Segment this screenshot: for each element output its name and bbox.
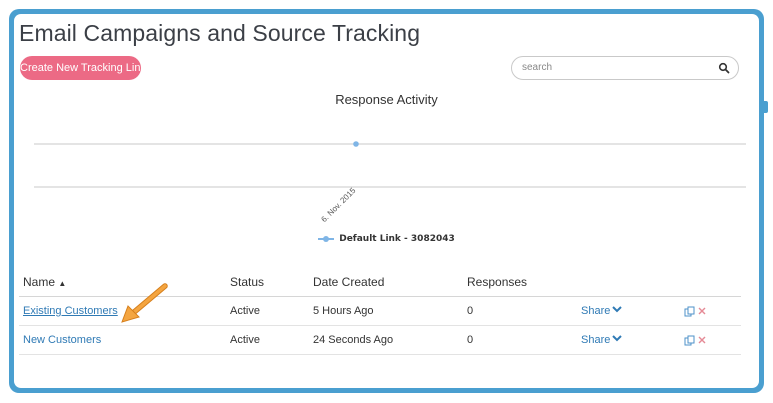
copy-icon[interactable] — [684, 306, 695, 317]
table-row: New Customers Active 24 Seconds Ago 0 Sh… — [19, 325, 741, 355]
column-header-status: Status — [226, 274, 309, 297]
share-dropdown[interactable]: Share — [581, 334, 623, 346]
table-header-row: Name ▲ Status Date Created Responses — [19, 274, 741, 297]
column-header-actions — [680, 274, 741, 297]
column-header-name[interactable]: Name ▲ — [19, 274, 226, 297]
date-created-cell: 5 Hours Ago — [309, 296, 463, 326]
responses-cell: 0 — [463, 296, 577, 326]
status-cell: Active — [226, 325, 309, 355]
column-header-share — [577, 274, 680, 297]
campaign-name-link[interactable]: Existing Customers — [23, 305, 118, 317]
table-row: Existing Customers Active 5 Hours Ago 0 … — [19, 296, 741, 326]
campaign-name-link[interactable]: New Customers — [23, 334, 101, 346]
chevron-down-icon — [612, 335, 623, 342]
share-dropdown[interactable]: Share — [581, 305, 623, 317]
chevron-down-icon — [612, 306, 623, 313]
responses-cell: 0 — [463, 325, 577, 355]
copy-icon[interactable] — [684, 335, 695, 346]
column-header-responses: Responses — [463, 274, 577, 297]
column-header-date-created: Date Created — [309, 274, 463, 297]
chart-legend[interactable]: Default Link - 3082043 — [0, 234, 773, 244]
date-created-cell: 24 Seconds Ago — [309, 325, 463, 355]
legend-label: Default Link - 3082043 — [339, 234, 455, 244]
sort-up-icon: ▲ — [58, 279, 67, 288]
delete-icon[interactable] — [698, 336, 706, 344]
delete-icon[interactable] — [698, 307, 706, 315]
status-cell: Active — [226, 296, 309, 326]
x-tick-label: 6. Nov. 2015 — [319, 186, 357, 224]
campaigns-table: Name ▲ Status Date Created Responses Exi… — [19, 274, 741, 355]
legend-swatch — [318, 235, 335, 243]
chart-data-point[interactable] — [353, 141, 359, 147]
